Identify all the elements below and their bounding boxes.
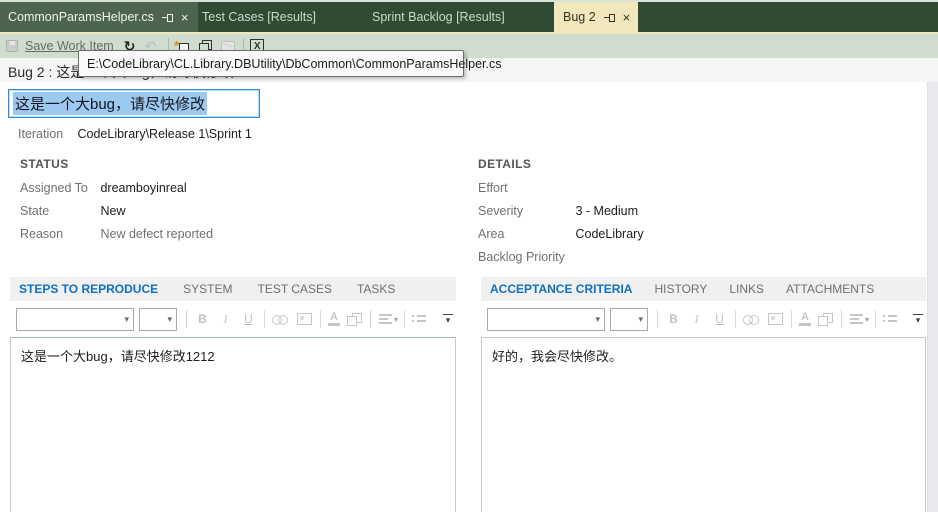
hyperlink-icon[interactable] — [272, 313, 290, 325]
tab-history[interactable]: HISTORY — [654, 282, 707, 296]
field-label: State — [20, 204, 97, 218]
close-icon[interactable] — [181, 12, 189, 23]
tab-attachments[interactable]: ATTACHMENTS — [786, 282, 874, 296]
font-name-select[interactable] — [16, 308, 134, 331]
field-row-backlog-priority: Backlog Priority — [478, 250, 572, 264]
pin-icon[interactable] — [604, 12, 616, 23]
tab-acceptance-criteria[interactable]: ACCEPTANCE CRITERIA — [490, 282, 632, 296]
field-label: Area — [478, 227, 572, 241]
field-value[interactable]: CodeLibrary — [575, 227, 643, 241]
tab-label: Bug 2 — [563, 10, 596, 24]
field-label: Backlog Priority — [478, 250, 572, 264]
pin-icon[interactable] — [162, 12, 174, 23]
vs-workitem-window: CommonParamsHelper.cs Test Cases [Result… — [0, 0, 938, 512]
field-row-assigned-to: Assigned To dreamboyinreal — [20, 181, 187, 195]
field-row-state: State New — [20, 204, 126, 218]
format-painter-icon[interactable] — [818, 313, 833, 326]
tab-system[interactable]: SYSTEM — [183, 282, 232, 296]
toolbar-separator — [320, 310, 321, 328]
toolbar-separator — [404, 310, 405, 328]
toolbar-separator — [657, 310, 658, 328]
steps-to-reproduce-textarea[interactable]: 这是一个大bug，请尽快修改1212 — [10, 337, 456, 512]
file-path-tooltip: E:\CodeLibrary\CL.Library.DBUtility\DbCo… — [78, 50, 464, 77]
acceptance-criteria-textarea[interactable]: 好的，我会尽快修改。 — [481, 337, 926, 512]
format-painter-icon[interactable] — [347, 313, 362, 326]
title-field[interactable]: 这是一个大bug，请尽快修改 — [8, 89, 260, 118]
left-panel-tab-strip: STEPS TO REPRODUCE SYSTEM TEST CASES TAS… — [10, 277, 456, 301]
title-selected-text: 这是一个大bug，请尽快修改 — [13, 92, 207, 115]
field-row-severity: Severity 3 - Medium — [478, 204, 638, 218]
chevron-down-icon[interactable] — [865, 315, 869, 324]
tab-links[interactable]: LINKS — [729, 282, 764, 296]
left-editor-toolbar: B I U — [10, 301, 456, 337]
tab-steps-to-reproduce[interactable]: STEPS TO REPRODUCE — [19, 282, 158, 296]
field-value[interactable]: dreamboyinreal — [100, 181, 186, 195]
bullet-list-icon[interactable] — [412, 314, 426, 324]
field-value[interactable]: New — [100, 204, 125, 218]
tab-test-cases[interactable]: Test Cases [Results] — [198, 2, 368, 32]
details-heading: DETAILS — [478, 157, 531, 171]
bold-button[interactable]: B — [191, 312, 214, 326]
field-label: Assigned To — [20, 181, 97, 195]
tab-label: CommonParamsHelper.cs — [8, 10, 154, 24]
field-row-reason: Reason New defect reported — [20, 227, 213, 241]
save-icon[interactable] — [6, 40, 18, 52]
toolbar-separator — [875, 310, 876, 328]
font-size-select[interactable] — [610, 308, 648, 331]
iteration-row: Iteration CodeLibrary\Release 1\Sprint 1 — [18, 127, 252, 141]
tab-bug-2[interactable]: Bug 2 — [554, 2, 638, 32]
vertical-scrollbar[interactable] — [927, 82, 938, 512]
font-name-select[interactable] — [487, 308, 605, 331]
underline-button[interactable]: U — [237, 312, 260, 326]
field-value[interactable]: New defect reported — [100, 227, 213, 241]
field-value[interactable]: 3 - Medium — [575, 204, 638, 218]
toolbar-overflow-icon[interactable] — [443, 314, 453, 324]
right-editor-toolbar: B I U — [481, 301, 926, 337]
tab-tasks[interactable]: TASKS — [357, 282, 395, 296]
right-panel-tab-strip: ACCEPTANCE CRITERIA HISTORY LINKS ATTACH… — [481, 277, 926, 301]
tab-test-cases-panel[interactable]: TEST CASES — [257, 282, 331, 296]
tab-sprint-backlog[interactable]: Sprint Backlog [Results] — [368, 2, 554, 32]
chevron-down-icon[interactable] — [394, 315, 398, 324]
toolbar-overflow-icon[interactable] — [913, 314, 923, 324]
align-text-icon[interactable] — [379, 314, 392, 324]
status-heading: STATUS — [20, 157, 69, 171]
toolbar-separator — [841, 310, 842, 328]
field-row-effort: Effort — [478, 181, 572, 195]
underline-button[interactable]: U — [708, 312, 731, 326]
field-label: Effort — [478, 181, 572, 195]
tab-label: Sprint Backlog [Results] — [372, 10, 505, 24]
tab-commonparamshelper[interactable]: CommonParamsHelper.cs — [0, 2, 198, 32]
iteration-value[interactable]: CodeLibrary\Release 1\Sprint 1 — [77, 127, 251, 141]
bullet-list-icon[interactable] — [883, 314, 897, 324]
document-tab-bar: CommonParamsHelper.cs Test Cases [Result… — [0, 2, 938, 32]
bold-button[interactable]: B — [662, 312, 685, 326]
iteration-label: Iteration — [18, 127, 74, 141]
hyperlink-icon[interactable] — [743, 313, 761, 325]
tab-label: Test Cases [Results] — [202, 10, 316, 24]
toolbar-separator — [370, 310, 371, 328]
close-icon[interactable] — [623, 12, 631, 23]
field-row-area: Area CodeLibrary — [478, 227, 644, 241]
toolbar-separator — [264, 310, 265, 328]
italic-button[interactable]: I — [214, 312, 237, 327]
font-color-icon[interactable] — [799, 312, 811, 326]
toolbar-separator — [791, 310, 792, 328]
toolbar-separator — [186, 310, 187, 328]
field-label: Severity — [478, 204, 572, 218]
insert-image-icon[interactable] — [768, 313, 783, 325]
field-label: Reason — [20, 227, 97, 241]
font-color-icon[interactable] — [328, 312, 340, 326]
toolbar-separator — [735, 310, 736, 328]
italic-button[interactable]: I — [685, 312, 708, 327]
insert-image-icon[interactable] — [297, 313, 312, 325]
align-text-icon[interactable] — [850, 314, 863, 324]
font-size-select[interactable] — [139, 308, 177, 331]
